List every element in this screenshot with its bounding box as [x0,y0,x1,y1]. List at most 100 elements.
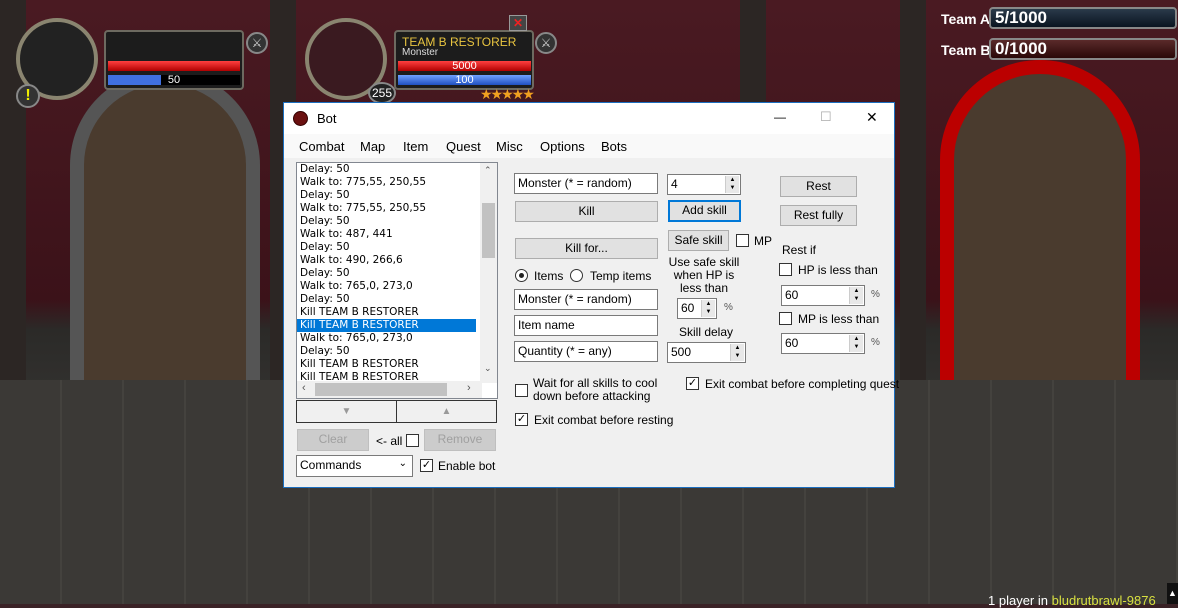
command-list-item[interactable]: Delay: 50 [297,215,497,228]
scroll-h-thumb[interactable] [315,383,447,396]
hp-less-checkbox[interactable] [779,263,792,276]
scroll-thumb[interactable] [482,203,495,258]
percent-label: % [871,289,880,300]
safe-hp-stepper[interactable]: 60 ▲ ▼ [677,298,717,319]
command-list[interactable]: Delay: 50 Walk to: 775,55, 250,55 Delay: 5… [296,162,498,399]
mode-select[interactable]: Commands ⌄ [296,455,413,477]
item-name-placeholder: Item name [518,318,575,332]
safe-hp-label: Use safe skill when HP is less than [668,255,740,295]
arrow-up-icon: ▲ [441,406,452,417]
kill-for-button[interactable]: Kill for... [515,238,658,259]
monster-for-placeholder: Monster (* = random) [518,292,632,306]
safe-skill-button[interactable]: Safe skill [668,230,729,251]
command-list-item[interactable]: Delay: 50 [297,267,497,280]
player-hp-bar [108,61,240,71]
title-bar[interactable]: Bot — ☐ ✕ [284,103,894,134]
hp-less-stepper[interactable]: 60 ▲ ▼ [781,285,865,306]
scroll-down-arrow[interactable]: ⌄ [484,363,492,374]
command-list-item[interactable]: Delay: 50 [297,293,497,306]
spinner-icon[interactable]: ▲ ▼ [725,176,739,193]
command-list-item[interactable]: Delay: 50 [297,345,497,358]
command-list-item[interactable]: Kill TEAM B RESTORER [297,306,497,319]
target-type: Monster [402,47,439,58]
command-list-item[interactable]: Walk to: 765,0, 273,0 [297,280,497,293]
skill-delay-stepper[interactable]: 500 ▲ ▼ [667,342,746,363]
spinner-icon[interactable]: ▲ ▼ [730,344,744,361]
minimize-button[interactable]: — [774,110,786,124]
menu-options[interactable]: Options [540,139,585,154]
scroll-right-arrow[interactable]: › [467,382,471,394]
command-list-item[interactable]: Walk to: 775,55, 250,55 [297,202,497,215]
window-title: Bot [317,111,337,126]
command-list-item[interactable]: Kill TEAM B RESTORER [297,358,497,371]
command-list-item[interactable]: Delay: 50 [297,189,497,202]
all-label: <- all [376,434,403,448]
app-icon [293,111,308,126]
scroll-up-icon[interactable]: ▲ [1167,583,1178,604]
room-link[interactable]: bludrutbrawl-9876 [1052,593,1156,608]
swords-icon[interactable]: ⚔ [246,32,268,54]
scroll-up-arrow[interactable]: ⌃ [484,165,492,176]
monster-input[interactable]: Monster (* = random) [514,173,658,194]
move-down-button[interactable]: ▼ [296,400,397,423]
scroll-left-arrow[interactable]: ‹ [302,382,306,394]
menu-map[interactable]: Map [360,139,385,154]
close-button[interactable]: ✕ [866,109,878,126]
spinner-icon[interactable]: ▲ ▼ [849,335,863,352]
command-list-item[interactable]: Delay: 50 [297,241,497,254]
chevron-down-icon: ⌄ [398,458,407,469]
command-list-item[interactable]: Walk to: 775,55, 250,55 [297,176,497,189]
command-list-item[interactable]: Walk to: 487, 441 [297,228,497,241]
all-checkbox[interactable] [406,434,419,447]
exit-rest-checkbox[interactable]: ✓ [515,413,528,426]
clear-button[interactable]: Clear [297,429,369,451]
menu-item[interactable]: Item [403,139,428,154]
player-count: 1 player in [988,593,1048,608]
monster-for-input[interactable]: Monster (* = random) [514,289,658,310]
move-up-button[interactable]: ▲ [396,400,497,423]
item-name-input[interactable]: Item name [514,315,658,336]
maximize-button[interactable]: ☐ [820,109,832,125]
menu-misc[interactable]: Misc [496,139,523,154]
mode-select-value: Commands [300,458,362,472]
enable-bot-label: Enable bot [438,459,496,473]
kill-button[interactable]: Kill [515,201,658,222]
spinner-icon[interactable]: ▲ ▼ [701,300,715,317]
target-mp-bar: 100 [398,74,531,86]
mp-less-label: MP is less than [798,312,880,326]
menu-combat[interactable]: Combat [299,139,345,154]
rest-fully-button[interactable]: Rest fully [780,205,857,226]
skill-number-stepper[interactable]: 4 ▲ ▼ [667,174,741,195]
remove-button[interactable]: Remove [424,429,496,451]
vertical-scrollbar[interactable]: ⌃ ⌄ [480,163,497,383]
target-mp-value: 100 [455,74,474,86]
mp-less-value: 60 [785,336,799,350]
exit-quest-checkbox[interactable]: ✓ [686,377,699,390]
temp-items-radio[interactable] [570,269,583,282]
safe-hp-value: 60 [681,301,695,315]
target-hp-value: 5000 [452,60,477,72]
command-list-item[interactable]: Delay: 50 [297,163,497,176]
horizontal-scrollbar[interactable]: ‹ › [297,381,482,398]
wait-cooldown-checkbox[interactable] [515,384,528,397]
spinner-icon[interactable]: ▲ ▼ [849,287,863,304]
command-list-item[interactable]: Walk to: 765,0, 273,0 [297,332,497,345]
quantity-input[interactable]: Quantity (* = any) [514,341,658,362]
alert-icon[interactable]: ! [16,84,40,108]
rest-button[interactable]: Rest [780,176,857,197]
mp-less-stepper[interactable]: 60 ▲ ▼ [781,333,865,354]
mp-checkbox[interactable] [736,234,749,247]
monster-placeholder: Monster (* = random) [518,176,632,190]
enable-bot-checkbox[interactable]: ✓ [420,459,433,472]
menu-bots[interactable]: Bots [601,139,627,154]
command-list-item[interactable]: Walk to: 490, 266,6 [297,254,497,267]
mp-less-checkbox[interactable] [779,312,792,325]
menu-quest[interactable]: Quest [446,139,481,154]
close-target-icon[interactable]: ✕ [509,15,527,31]
target-hp-bar: 5000 [398,60,531,72]
command-list-item[interactable]: Kill TEAM B RESTORER [297,319,476,332]
swords-icon[interactable]: ⚔ [535,32,557,54]
items-radio[interactable] [515,269,528,282]
team-a-score: 5/1000 [989,7,1177,29]
add-skill-button[interactable]: Add skill [668,200,741,222]
